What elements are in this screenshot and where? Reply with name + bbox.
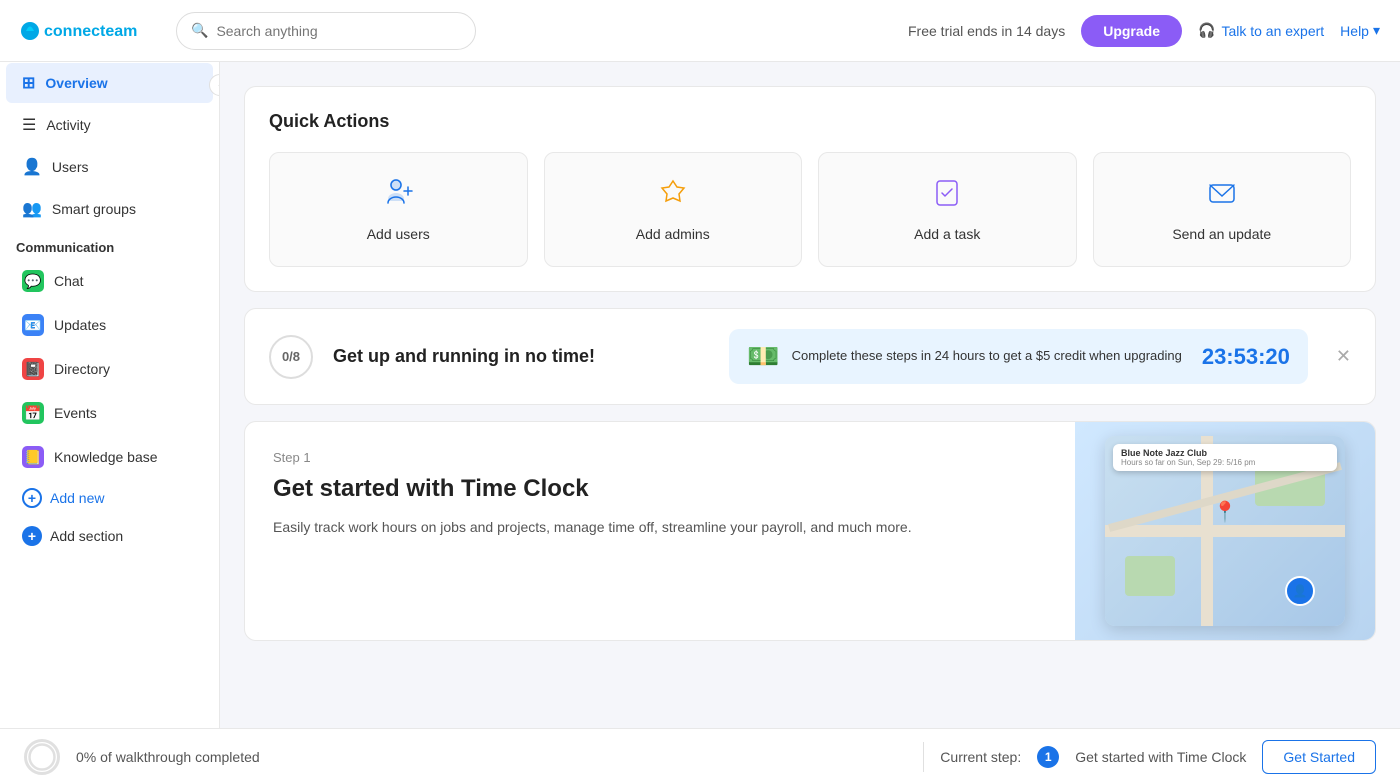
progress-banner: 0/8 Get up and running in no time! 💵 Com… xyxy=(244,308,1376,405)
chat-icon: 💬 xyxy=(22,270,44,292)
quick-action-add-admins[interactable]: Add admins xyxy=(544,152,803,267)
grid-icon: ⊞ xyxy=(22,73,35,93)
sidebar-item-users[interactable]: 👤 Users xyxy=(6,147,213,187)
upgrade-button[interactable]: Upgrade xyxy=(1081,15,1182,47)
sidebar-section-communication: Communication xyxy=(0,230,219,259)
quick-actions-grid: Add users Add admins xyxy=(269,152,1351,267)
sidebar-item-directory[interactable]: 📓 Directory xyxy=(6,348,213,390)
sidebar-add-new-button[interactable]: + Add new xyxy=(6,480,213,516)
current-step-label: Current step: xyxy=(940,749,1021,765)
knowledge-base-icon: 📒 xyxy=(22,446,44,468)
step-label: Step 1 xyxy=(273,450,1047,465)
search-bar[interactable]: 🔍 xyxy=(176,12,476,50)
current-step-number: 1 xyxy=(1037,746,1059,768)
bottom-bar: 0% of walkthrough completed Current step… xyxy=(0,728,1400,784)
add-users-icon xyxy=(382,177,414,216)
search-input[interactable] xyxy=(216,23,461,39)
sidebar-item-knowledge-base[interactable]: 📒 Knowledge base xyxy=(6,436,213,478)
quick-actions-card: Quick Actions Add users xyxy=(244,86,1376,292)
quick-action-add-task[interactable]: Add a task xyxy=(818,152,1077,267)
add-admins-icon xyxy=(657,177,689,216)
chevron-down-icon: ▾ xyxy=(1373,22,1380,39)
step-image: 📍 👤 Blue Note Jazz Club Hours so far on … xyxy=(1075,422,1375,640)
sidebar-item-events[interactable]: 📅 Events xyxy=(6,392,213,434)
top-navigation: connecteam 🔍 Free trial ends in 14 days … xyxy=(0,0,1400,62)
close-banner-button[interactable]: ✕ xyxy=(1336,346,1351,367)
group-icon: 👥 xyxy=(22,199,42,219)
walkthrough-progress-text: 0% of walkthrough completed xyxy=(76,749,907,765)
step-description: Easily track work hours on jobs and proj… xyxy=(273,516,1047,538)
money-emoji: 💵 xyxy=(747,341,779,372)
step-card: Step 1 Get started with Time Clock Easil… xyxy=(244,421,1376,641)
app-logo: connecteam xyxy=(20,16,150,46)
current-step-name: Get started with Time Clock xyxy=(1075,749,1246,765)
main-content: Quick Actions Add users xyxy=(220,62,1400,728)
add-task-label: Add a task xyxy=(914,226,980,242)
step-title: Get started with Time Clock xyxy=(273,473,1047,504)
headset-icon: 🎧 xyxy=(1198,22,1215,39)
events-icon: 📅 xyxy=(22,402,44,424)
help-button[interactable]: Help ▾ xyxy=(1340,22,1380,39)
trial-text: Free trial ends in 14 days xyxy=(908,23,1065,39)
credit-text: Complete these steps in 24 hours to get … xyxy=(792,347,1182,365)
svg-text:connecteam: connecteam xyxy=(44,23,137,40)
plus-filled-icon: + xyxy=(22,526,42,546)
credit-box: 💵 Complete these steps in 24 hours to ge… xyxy=(729,329,1308,384)
sidebar: ‹ ⊞ Overview ☰ Activity 👤 Users 👥 Smart … xyxy=(0,62,220,728)
progress-circle xyxy=(24,739,60,775)
sidebar-item-activity[interactable]: ☰ Activity xyxy=(6,105,213,145)
progress-text: Get up and running in no time! xyxy=(333,346,709,367)
quick-action-send-update[interactable]: Send an update xyxy=(1093,152,1352,267)
get-started-button[interactable]: Get Started xyxy=(1262,740,1376,774)
sidebar-item-updates[interactable]: 📧 Updates xyxy=(6,304,213,346)
sidebar-add-section-button[interactable]: + Add section xyxy=(6,518,213,554)
talk-to-expert-link[interactable]: 🎧 Talk to an expert xyxy=(1198,22,1324,39)
step-content: Step 1 Get started with Time Clock Easil… xyxy=(245,422,1075,640)
send-update-icon xyxy=(1206,177,1238,216)
quick-actions-title: Quick Actions xyxy=(269,111,1351,132)
search-icon: 🔍 xyxy=(191,22,208,39)
divider xyxy=(923,742,924,772)
menu-icon: ☰ xyxy=(22,115,36,135)
sidebar-item-chat[interactable]: 💬 Chat xyxy=(6,260,213,302)
sidebar-item-smart-groups[interactable]: 👥 Smart groups xyxy=(6,189,213,229)
add-admins-label: Add admins xyxy=(636,226,710,242)
countdown-timer: 23:53:20 xyxy=(1202,344,1290,370)
updates-icon: 📧 xyxy=(22,314,44,336)
sidebar-item-overview[interactable]: ⊞ Overview xyxy=(6,63,213,103)
add-users-label: Add users xyxy=(367,226,430,242)
user-icon: 👤 xyxy=(22,157,42,177)
progress-fraction-badge: 0/8 xyxy=(269,335,313,379)
quick-action-add-users[interactable]: Add users xyxy=(269,152,528,267)
send-update-label: Send an update xyxy=(1172,226,1271,242)
main-layout: ‹ ⊞ Overview ☰ Activity 👤 Users 👥 Smart … xyxy=(0,62,1400,728)
add-task-icon xyxy=(931,177,963,216)
directory-icon: 📓 xyxy=(22,358,44,380)
plus-icon: + xyxy=(22,488,42,508)
